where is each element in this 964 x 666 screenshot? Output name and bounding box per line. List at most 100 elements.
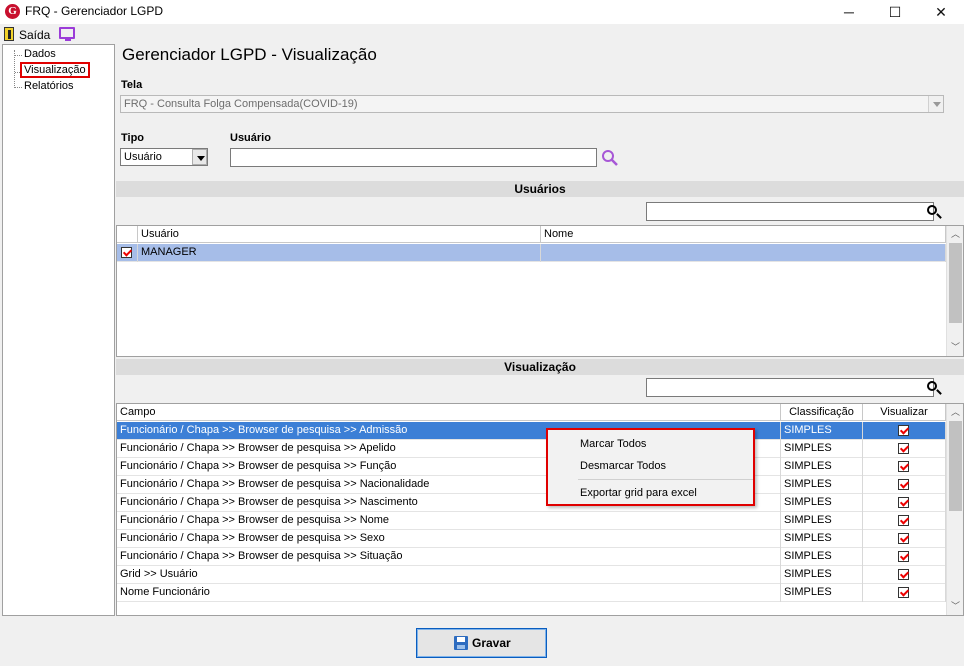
visualizacao-filter-input[interactable] (646, 378, 937, 397)
table-row[interactable]: Funcionário / Chapa >> Browser de pesqui… (117, 548, 946, 566)
visualizacao-scrollbar[interactable]: ︿ ﹀ (946, 404, 963, 615)
checkbox-checked[interactable] (898, 425, 909, 436)
visualizacao-grid: Campo Classificação Visualizar Funcionár… (116, 403, 964, 616)
header-classificacao[interactable]: Classificação (781, 404, 863, 421)
usuarios-section-header: Usuários (116, 181, 964, 197)
cell-visualizar[interactable] (863, 566, 946, 584)
tree-connector (15, 55, 22, 56)
cell-classificacao: SIMPLES (781, 584, 863, 602)
cell-classificacao: SIMPLES (781, 512, 863, 530)
page-title: Gerenciador LGPD - Visualização (122, 45, 377, 64)
save-button-label: Gravar (472, 636, 511, 650)
checkbox-checked[interactable] (898, 479, 909, 490)
tipo-select[interactable]: Usuário (120, 148, 208, 166)
maximize-button[interactable]: ☐ (872, 0, 918, 24)
tela-select-value: FRQ - Consulta Folga Compensada(COVID-19… (124, 98, 358, 110)
table-row[interactable]: MANAGER (117, 244, 946, 262)
row-check-cell[interactable] (117, 244, 138, 262)
table-row[interactable]: Nome Funcionário SIMPLES (117, 584, 946, 602)
usuarios-scrollbar[interactable]: ︿ ﹀ (946, 226, 963, 356)
usuarios-filter-input[interactable] (646, 202, 937, 221)
cell-campo: Funcionário / Chapa >> Browser de pesqui… (117, 512, 781, 530)
cell-visualizar[interactable] (863, 548, 946, 566)
menu-separator (578, 479, 753, 480)
scroll-thumb[interactable] (949, 421, 962, 511)
exit-door-icon[interactable] (4, 27, 14, 41)
tipo-select-value: Usuário (124, 151, 162, 163)
floppy-disk-icon (454, 636, 468, 650)
tree-item-dados[interactable]: Dados (24, 48, 56, 60)
save-button[interactable]: Gravar (416, 628, 547, 658)
cell-visualizar[interactable] (863, 476, 946, 494)
cell-classificacao: SIMPLES (781, 458, 863, 476)
cell-visualizar[interactable] (863, 530, 946, 548)
checkbox-checked[interactable] (898, 569, 909, 580)
search-icon[interactable] (601, 149, 619, 167)
cell-visualizar[interactable] (863, 584, 946, 602)
search-icon[interactable] (927, 205, 937, 215)
cell-usuario: MANAGER (138, 244, 541, 262)
cell-visualizar[interactable] (863, 458, 946, 476)
close-button[interactable]: ✕ (918, 0, 964, 24)
cell-visualizar[interactable] (863, 512, 946, 530)
header-check-column (117, 226, 138, 243)
table-row[interactable]: Funcionário / Chapa >> Browser de pesqui… (117, 512, 946, 530)
scroll-down-icon[interactable]: ﹀ (947, 598, 964, 615)
cell-campo: Funcionário / Chapa >> Browser de pesqui… (117, 548, 781, 566)
tela-select[interactable]: FRQ - Consulta Folga Compensada(COVID-19… (120, 95, 944, 113)
cell-visualizar[interactable] (863, 494, 946, 512)
checkbox-checked[interactable] (898, 551, 909, 562)
scroll-up-icon[interactable]: ︿ (947, 404, 964, 421)
checkbox-checked[interactable] (898, 461, 909, 472)
scroll-up-icon[interactable]: ︿ (947, 226, 964, 243)
table-row[interactable]: Funcionário / Chapa >> Browser de pesqui… (117, 440, 946, 458)
tipo-label: Tipo (121, 132, 145, 144)
tree-connector (15, 87, 22, 88)
cell-classificacao: SIMPLES (781, 476, 863, 494)
header-campo[interactable]: Campo (117, 404, 781, 421)
checkbox-checked[interactable] (898, 533, 909, 544)
checkbox-checked[interactable] (121, 247, 132, 258)
table-row[interactable]: Funcionário / Chapa >> Browser de pesqui… (117, 530, 946, 548)
checkbox-checked[interactable] (898, 443, 909, 454)
table-row[interactable]: Funcionário / Chapa >> Browser de pesqui… (117, 476, 946, 494)
table-row[interactable]: Funcionário / Chapa >> Browser de pesqui… (117, 422, 946, 440)
scroll-thumb[interactable] (949, 243, 962, 323)
tela-label: Tela (121, 79, 143, 91)
menu-exit[interactable]: Saída (19, 28, 50, 42)
cell-campo: Grid >> Usuário (117, 566, 781, 584)
menu-item-marcar-todos[interactable]: Marcar Todos (580, 438, 646, 450)
menu-item-exportar-excel[interactable]: Exportar grid para excel (580, 487, 697, 499)
search-icon[interactable] (927, 381, 937, 391)
cell-campo: Nome Funcionário (117, 584, 781, 602)
window-title: FRQ - Gerenciador LGPD (25, 4, 164, 18)
usuario-label: Usuário (230, 132, 271, 144)
visualizacao-section-header: Visualização (116, 359, 964, 375)
cell-visualizar[interactable] (863, 440, 946, 458)
monitor-icon[interactable] (59, 27, 75, 41)
menu-bar (0, 24, 964, 44)
scroll-down-icon[interactable]: ﹀ (947, 339, 964, 356)
menu-item-desmarcar-todos[interactable]: Desmarcar Todos (580, 460, 666, 472)
cell-classificacao: SIMPLES (781, 494, 863, 512)
header-usuario[interactable]: Usuário (138, 226, 541, 243)
table-row[interactable]: Funcionário / Chapa >> Browser de pesqui… (117, 494, 946, 512)
app-logo-icon: G (5, 4, 20, 19)
table-row[interactable]: Grid >> Usuário SIMPLES (117, 566, 946, 584)
chevron-down-icon[interactable] (192, 149, 207, 165)
chevron-down-icon[interactable] (928, 96, 943, 112)
tree-item-visualizacao[interactable]: Visualização (20, 62, 90, 78)
checkbox-checked[interactable] (898, 587, 909, 598)
usuario-input[interactable] (230, 148, 597, 167)
minimize-button[interactable]: ─ (826, 0, 872, 24)
tree-item-relatorios[interactable]: Relatórios (24, 80, 74, 92)
usuarios-grid-header: Usuário Nome (117, 226, 946, 243)
grid-context-menu: Marcar Todos Desmarcar Todos Exportar gr… (546, 428, 755, 506)
checkbox-checked[interactable] (898, 515, 909, 526)
header-visualizar[interactable]: Visualizar (863, 404, 946, 421)
header-nome[interactable]: Nome (541, 226, 946, 243)
cell-classificacao: SIMPLES (781, 530, 863, 548)
checkbox-checked[interactable] (898, 497, 909, 508)
table-row[interactable]: Funcionário / Chapa >> Browser de pesqui… (117, 458, 946, 476)
cell-visualizar[interactable] (863, 422, 946, 440)
